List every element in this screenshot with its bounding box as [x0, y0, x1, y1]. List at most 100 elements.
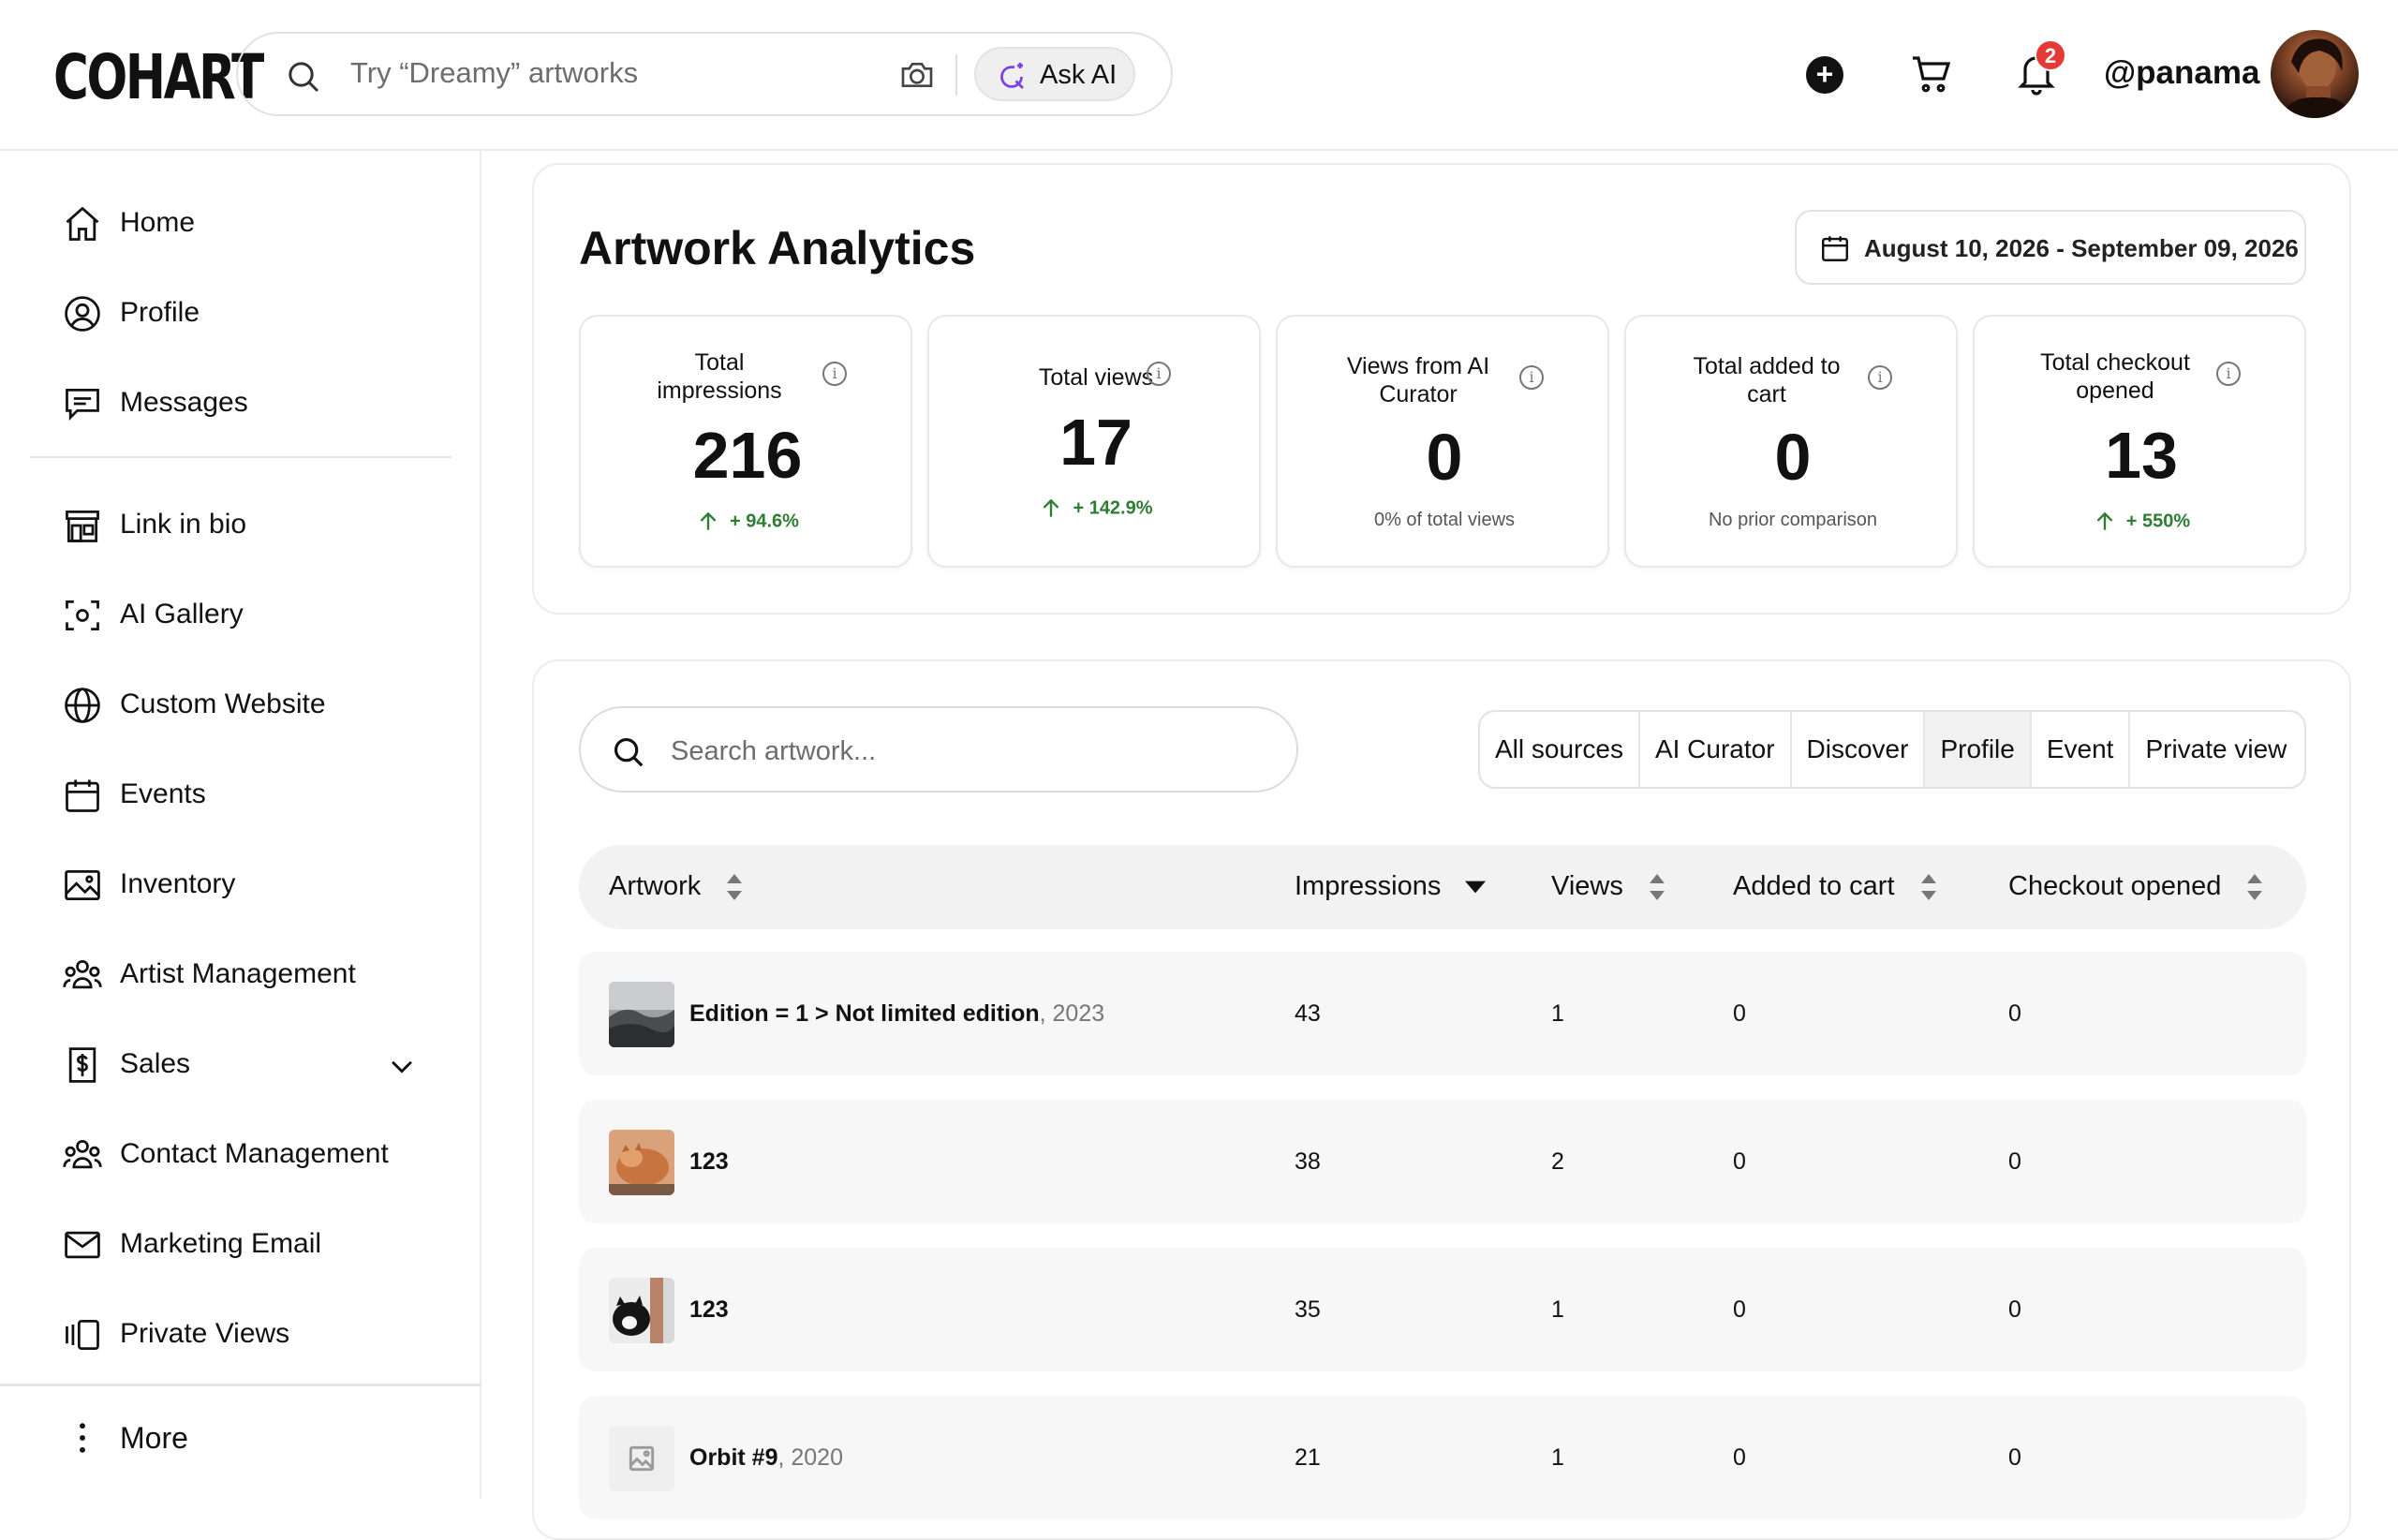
table-row[interactable]: Orbit #9, 2020 21 1 0 0 — [579, 1396, 2306, 1519]
artwork-name: Orbit #9, 2020 — [689, 1444, 843, 1472]
stat-delta: + 550% — [1975, 510, 2308, 534]
filter-private-view[interactable]: Private view — [2130, 712, 2302, 787]
image-icon — [65, 869, 100, 901]
date-range-picker[interactable]: August 10, 2026 - September 09, 2026 — [1795, 210, 2306, 285]
artwork-search-field[interactable]: Search artwork... — [579, 706, 1298, 792]
info-icon[interactable]: i — [1519, 365, 1544, 390]
sidebar-item-label: Contact Management — [120, 1138, 389, 1169]
artwork-name: 123 — [689, 1296, 729, 1324]
sidebar-item-ai-gallery[interactable]: AI Gallery — [62, 587, 437, 644]
sidebar-item-label: Messages — [120, 387, 248, 418]
column-header-added-to-cart[interactable]: Added to cart — [1733, 871, 1938, 902]
cohart-logo[interactable]: COHART — [53, 41, 264, 113]
plus-circle-icon[interactable]: + — [1806, 56, 1843, 94]
stat-value: 0 — [1426, 421, 1463, 494]
table-row[interactable]: 123 35 1 0 0 — [579, 1248, 2306, 1371]
sidebar-item-label: More — [120, 1421, 188, 1455]
sidebar-item-label: Custom Website — [120, 689, 326, 719]
cell-checkout-opened: 0 — [2008, 1148, 2021, 1175]
sidebar-item-messages[interactable]: Messages — [62, 376, 437, 432]
search-icon — [289, 62, 319, 93]
column-header-checkout-opened[interactable]: Checkout opened — [2008, 871, 2264, 902]
cell-views: 1 — [1551, 1296, 1564, 1323]
sidebar-item-more[interactable]: More — [62, 1410, 437, 1466]
dollar-icon — [68, 1047, 96, 1083]
chevron-down-icon[interactable] — [386, 1050, 418, 1082]
sidebar-item-profile[interactable]: Profile — [62, 286, 437, 342]
cell-added-to-cart: 0 — [1733, 1000, 1746, 1027]
cell-impressions: 21 — [1295, 1444, 1321, 1471]
sidebar-item-contact-management[interactable]: Contact Management — [62, 1127, 437, 1183]
column-header-impressions[interactable]: Impressions — [1295, 871, 1487, 902]
global-search-input[interactable]: Try “Dreamy” artworks — [350, 56, 638, 90]
filter-event[interactable]: Event — [2032, 712, 2131, 787]
sort-icon — [1920, 874, 1936, 901]
sidebar-item-label: Profile — [120, 297, 200, 328]
stat-card-total-impressions: Total impressions i 216 + 94.6% — [579, 315, 912, 568]
table-row[interactable]: 123 38 2 0 0 — [579, 1100, 2306, 1223]
chat-icon — [66, 388, 99, 421]
filter-all-sources[interactable]: All sources — [1480, 712, 1640, 787]
stat-delta-text: + 142.9% — [1073, 497, 1153, 519]
arrow-up-icon — [1044, 498, 1059, 517]
stat-title-line: Total views — [1038, 364, 1154, 391]
filter-ai-curator[interactable]: AI Curator — [1640, 712, 1792, 787]
sort-icon — [1649, 874, 1665, 901]
filter-profile[interactable]: Profile — [1925, 712, 2032, 787]
sidebar-item-label: Inventory — [120, 868, 236, 899]
stat-delta: + 142.9% — [929, 496, 1263, 521]
private-views-icon — [66, 1319, 99, 1351]
avatar[interactable] — [2271, 30, 2359, 118]
stat-title-line: Total checkout — [2040, 349, 2190, 376]
stat-delta-text: + 94.6% — [730, 511, 799, 532]
more-vertical-icon — [80, 1423, 85, 1453]
stat-card-total-checkout-opened: Total checkout opened i 13 + 550% — [1973, 315, 2306, 568]
sidebar-item-sales[interactable]: Sales — [62, 1037, 437, 1093]
global-search-bar[interactable]: Try “Dreamy” artworks Ask AI — [236, 32, 1173, 116]
cart-icon[interactable] — [1909, 52, 1954, 97]
column-label: Artwork — [609, 871, 702, 901]
stat-value: 216 — [692, 419, 803, 492]
cell-views: 1 — [1551, 1000, 1564, 1027]
info-icon[interactable]: i — [1147, 362, 1171, 386]
sidebar-item-label: Home — [120, 207, 196, 238]
sidebar-item-home[interactable]: Home — [62, 196, 437, 252]
artwork-search-input[interactable]: Search artwork... — [671, 736, 876, 767]
sparkle-icon — [1000, 63, 1024, 89]
sidebar-item-custom-website[interactable]: Custom Website — [62, 677, 437, 733]
column-header-views[interactable]: Views — [1551, 871, 1666, 902]
sidebar-item-marketing-email[interactable]: Marketing Email — [62, 1217, 437, 1273]
filter-discover[interactable]: Discover — [1792, 712, 1926, 787]
artwork-name: Edition = 1 > Not limited edition, 2023 — [689, 1000, 1104, 1028]
stat-card-total-views: Total views i 17 + 142.9% — [927, 315, 1261, 568]
sidebar-item-private-views[interactable]: Private Views — [62, 1307, 437, 1363]
cell-checkout-opened: 0 — [2008, 1444, 2021, 1471]
sidebar-bottom-divider — [0, 1384, 481, 1386]
artwork-thumbnail-placeholder — [609, 1426, 674, 1491]
mail-icon — [65, 1231, 100, 1259]
stat-title: Total impressions — [598, 348, 897, 405]
calendar-icon — [66, 779, 99, 812]
stat-value: 0 — [1774, 421, 1812, 494]
ask-ai-button[interactable]: Ask AI — [974, 47, 1135, 101]
camera-icon[interactable] — [897, 56, 937, 94]
info-icon[interactable]: i — [2216, 362, 2241, 386]
sidebar-item-link-in-bio[interactable]: Link in bio — [62, 497, 437, 554]
sidebar-item-inventory[interactable]: Inventory — [62, 857, 437, 913]
info-icon[interactable]: i — [1868, 365, 1892, 390]
artwork-thumbnail — [609, 1130, 674, 1195]
users-icon — [63, 959, 102, 989]
sidebar-divider — [30, 456, 451, 458]
username[interactable]: @panama — [2104, 54, 2259, 92]
table-row[interactable]: Edition = 1 > Not limited edition, 2023 … — [579, 952, 2306, 1075]
cell-impressions: 38 — [1295, 1148, 1321, 1175]
column-header-artwork[interactable]: Artwork — [609, 871, 744, 902]
users-icon — [63, 1139, 102, 1169]
sidebar-item-events[interactable]: Events — [62, 767, 437, 823]
stat-title-line: opened — [2076, 378, 2154, 404]
search-divider — [955, 54, 957, 96]
sidebar-item-artist-management[interactable]: Artist Management — [62, 947, 437, 1003]
info-icon[interactable]: i — [822, 362, 847, 386]
storefront-icon — [66, 510, 99, 542]
globe-icon — [65, 688, 100, 723]
